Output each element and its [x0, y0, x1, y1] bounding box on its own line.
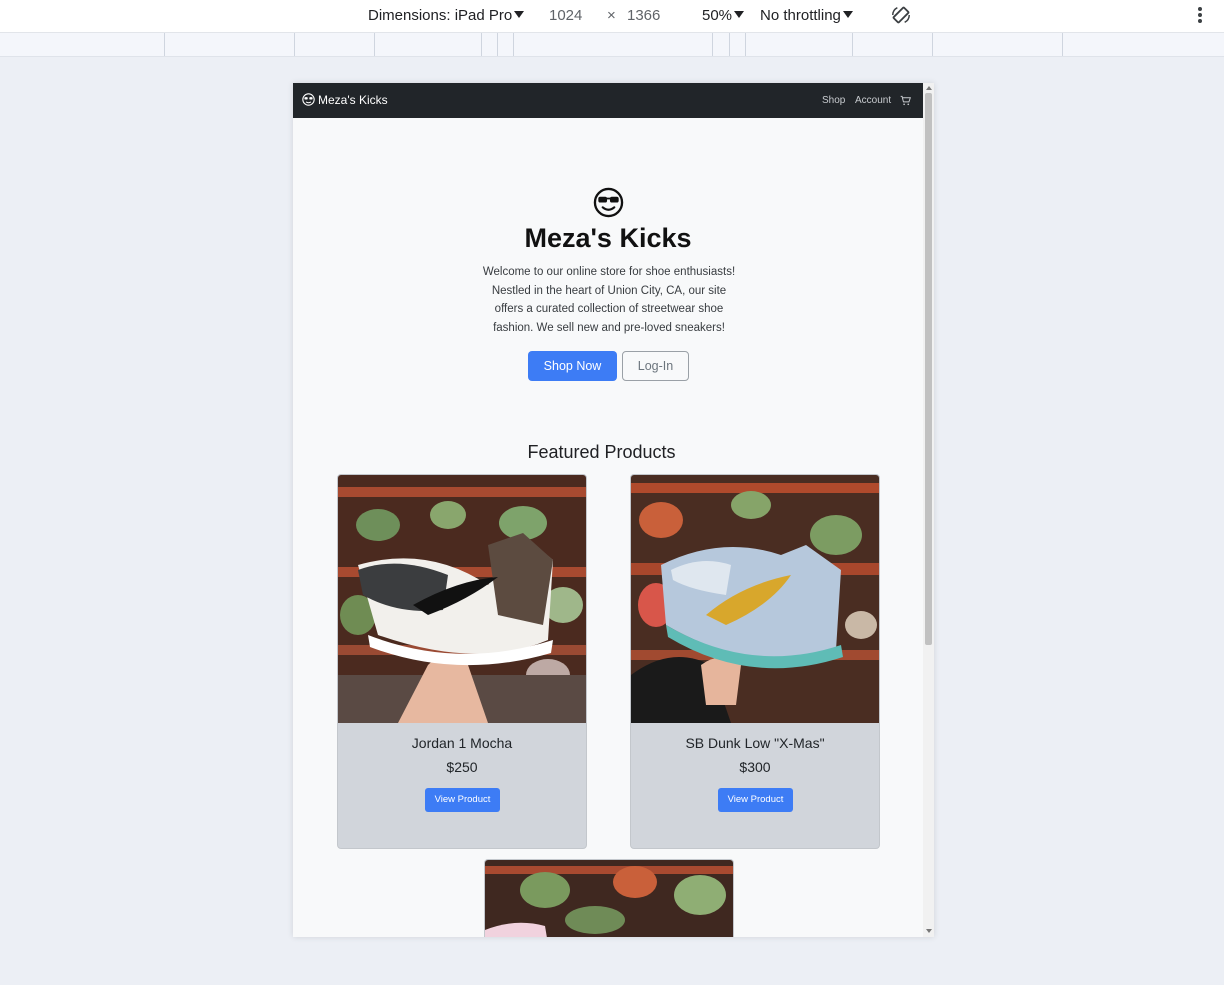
hero-title: Meza's Kicks	[524, 223, 692, 253]
product-name: SB Dunk Low "X-Mas"	[685, 735, 825, 751]
product-card: SB Dunk Low "X-Mas" $300 View Product	[630, 474, 880, 849]
navbar: Meza's Kicks Shop Account	[293, 83, 923, 118]
device-dimensions-dropdown[interactable]: Dimensions: iPad Pro	[368, 0, 525, 32]
device-dimensions-label: Dimensions: iPad Pro	[368, 7, 513, 24]
media-query-bar[interactable]	[0, 32, 1224, 57]
product-card	[484, 859, 734, 937]
view-product-button[interactable]: View Product	[425, 788, 500, 812]
nav-account-link[interactable]: Account	[855, 83, 891, 118]
featured-products-heading: Featured Products	[527, 442, 676, 462]
dimension-separator: ×	[607, 7, 616, 24]
chevron-down-icon	[514, 11, 525, 18]
website: Meza's Kicks Shop Account Meza's Kicks W…	[293, 83, 923, 937]
chevron-down-icon	[734, 11, 745, 18]
zoom-dropdown[interactable]: 50%	[702, 0, 745, 32]
hero-description: Welcome to our online store for shoe ent…	[482, 266, 736, 335]
more-options-icon[interactable]	[1196, 7, 1204, 25]
product-price: $250	[446, 759, 478, 775]
scroll-up-arrow-icon[interactable]	[926, 86, 932, 90]
throttling-label: No throttling	[760, 7, 841, 24]
product-image-sb-dunk-low-x-mas[interactable]	[631, 475, 879, 723]
device-viewport: Meza's Kicks Shop Account Meza's Kicks W…	[293, 83, 934, 937]
product-price: $300	[739, 759, 771, 775]
login-button[interactable]: Log-In	[622, 351, 689, 381]
throttling-dropdown[interactable]: No throttling	[760, 0, 853, 32]
device-width-input[interactable]: 1024	[549, 0, 582, 32]
page-scrollbar[interactable]	[923, 83, 934, 937]
zoom-label: 50%	[702, 7, 733, 24]
brand-name: Meza's Kicks	[318, 93, 388, 107]
product-image[interactable]	[485, 860, 733, 937]
device-height-input[interactable]: 1366	[627, 0, 660, 32]
view-product-button[interactable]: View Product	[718, 788, 793, 812]
scrollbar-thumb[interactable]	[925, 93, 932, 645]
rotate-icon[interactable]	[890, 4, 912, 26]
sunglasses-emoji-icon	[302, 93, 315, 106]
product-name: Jordan 1 Mocha	[411, 735, 513, 751]
shop-now-button[interactable]: Shop Now	[528, 351, 617, 381]
nav-shop-link[interactable]: Shop	[822, 83, 845, 118]
product-image-jordan-1-mocha[interactable]	[338, 475, 586, 723]
product-card: Jordan 1 Mocha $250 View Product	[337, 474, 587, 849]
device-toolbar: Dimensions: iPad Pro 1024 × 1366 50% No …	[0, 0, 1224, 32]
cart-icon[interactable]	[900, 95, 911, 106]
sunglasses-emoji-icon	[593, 187, 624, 218]
scroll-down-arrow-icon[interactable]	[926, 929, 932, 933]
chevron-down-icon	[842, 11, 853, 18]
brand-link[interactable]: Meza's Kicks	[302, 83, 388, 118]
